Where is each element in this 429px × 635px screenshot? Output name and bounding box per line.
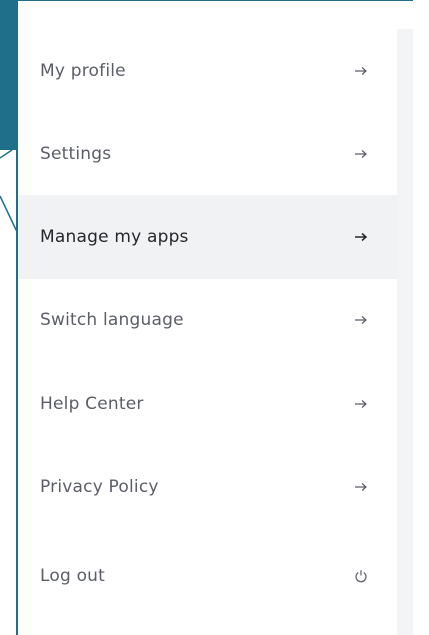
user-menu-screen: My profile Settings Manage my apps Switc… (0, 0, 429, 635)
user-menu: My profile Settings Manage my apps Switc… (16, 0, 413, 635)
menu-item-settings[interactable]: Settings (18, 112, 399, 196)
arrow-right-icon (353, 229, 369, 245)
menu-item-label: Help Center (40, 394, 144, 414)
menu-item-manage-my-apps[interactable]: Manage my apps (18, 195, 399, 279)
arrow-right-icon (353, 396, 369, 412)
menu-item-label: Manage my apps (40, 227, 189, 247)
menu-item-my-profile[interactable]: My profile (18, 29, 399, 113)
arrow-right-icon (353, 146, 369, 162)
scrollbar-track[interactable] (397, 29, 413, 635)
menu-item-label: Privacy Policy (40, 477, 159, 497)
arrow-right-icon (353, 63, 369, 79)
menu-item-privacy-policy[interactable]: Privacy Policy (18, 445, 399, 529)
menu-item-label: Switch language (40, 310, 184, 330)
menu-item-help-center[interactable]: Help Center (18, 362, 399, 446)
menu-item-log-out[interactable]: Log out (18, 534, 399, 618)
arrow-right-icon (353, 312, 369, 328)
menu-item-label: Log out (40, 566, 106, 586)
menu-item-label: My profile (40, 61, 126, 81)
power-icon (353, 568, 369, 584)
menu-item-switch-language[interactable]: Switch language (18, 278, 399, 362)
arrow-right-icon (353, 479, 369, 495)
menu-item-label: Settings (40, 144, 112, 164)
